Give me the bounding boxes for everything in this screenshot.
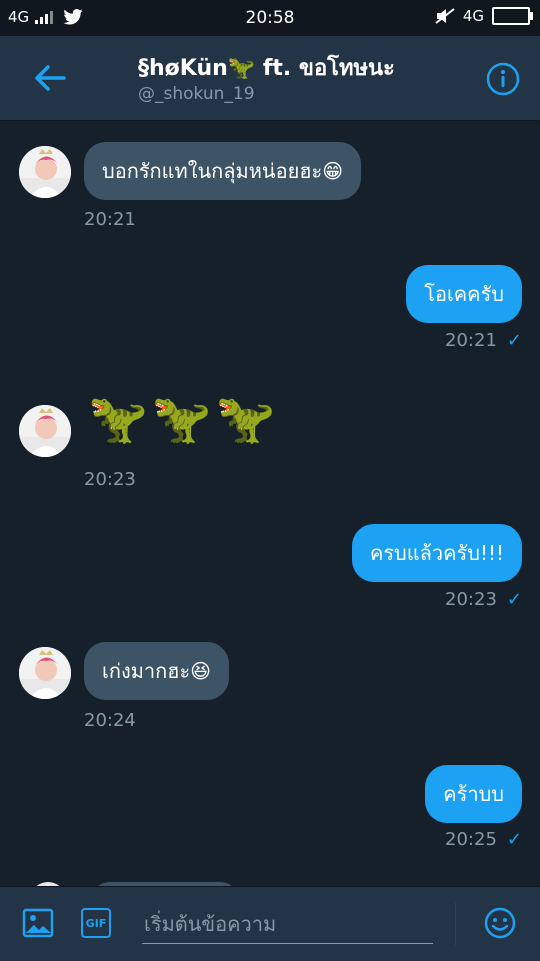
network-label-right: 4G <box>462 7 484 25</box>
gif-button[interactable]: GIF <box>81 908 111 938</box>
message-bubble-incoming[interactable]: เก่งมากฮะ😆 <box>84 642 230 700</box>
message-bubble-incoming[interactable]: บอกรักแทในกลุ่มหน่อยฮะ😁 <box>84 142 362 200</box>
status-right: 4G <box>435 7 533 25</box>
message-timestamp: 20:21 <box>84 209 136 230</box>
message-bubble-outgoing[interactable]: ครบแล้วครับ!!! <box>351 524 522 582</box>
avatar[interactable] <box>19 405 71 457</box>
message-input[interactable] <box>142 905 433 944</box>
message-bubble-outgoing[interactable]: คร้าบบ <box>425 765 522 823</box>
image-icon[interactable] <box>22 907 54 939</box>
message-meta-outgoing: 20:21 ✓ <box>445 330 522 351</box>
sent-check-icon: ✓ <box>506 829 522 850</box>
mute-icon <box>435 8 455 24</box>
conversation-handle: @_shokun_19 <box>138 84 255 104</box>
message-list[interactable]: บอกรักแทในกลุ่มหน่อยฮะ😁 20:21 โอเคครับ 2… <box>0 121 540 886</box>
battery-icon <box>492 7 533 25</box>
composer-bar: GIF <box>0 886 540 961</box>
back-arrow-icon[interactable] <box>30 58 70 98</box>
message-meta-outgoing: 20:25 ✓ <box>445 829 522 850</box>
info-icon[interactable] <box>486 62 520 96</box>
message-timestamp: 20:25 <box>445 829 497 850</box>
conversation-header: §høKün🦖 ft. ขอโทษนะ @_shokun_19 <box>0 36 540 121</box>
message-timestamp: 20:23 <box>84 469 136 490</box>
message-bubble-outgoing[interactable]: โอเคครับ <box>406 265 522 323</box>
conversation-title: §høKün🦖 ft. ขอโทษนะ <box>138 56 395 81</box>
sent-check-icon: ✓ <box>506 330 522 351</box>
emoji-message[interactable]: 🦖🦖🦖 <box>88 391 279 447</box>
message-timestamp: 20:24 <box>84 710 136 731</box>
message-timestamp: 20:23 <box>445 589 497 610</box>
sent-check-icon: ✓ <box>506 589 522 610</box>
status-bar: 4G 20:58 4G <box>0 0 540 36</box>
composer-divider <box>455 903 456 945</box>
message-timestamp: 20:21 <box>445 330 497 351</box>
dinosaur-emoji-text: 🦖🦖🦖 <box>88 391 280 447</box>
message-meta-outgoing: 20:23 ✓ <box>445 589 522 610</box>
avatar[interactable] <box>19 146 71 198</box>
emoji-icon[interactable] <box>484 907 516 939</box>
avatar[interactable] <box>19 647 71 699</box>
